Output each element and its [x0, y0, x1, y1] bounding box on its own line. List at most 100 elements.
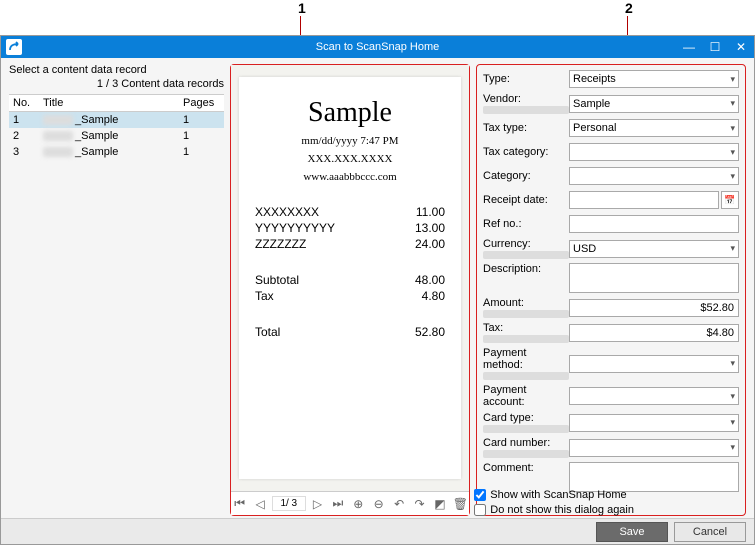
prev-page-button[interactable]: ◁	[251, 495, 268, 513]
callout-1: 1	[298, 0, 306, 16]
receipt-line: ZZZZZZZ24.00	[255, 237, 445, 251]
label-amount: Amount:	[483, 297, 569, 309]
ocr-badge	[483, 450, 569, 458]
category-select[interactable]: ▾	[569, 167, 739, 185]
minimize-button[interactable]: —	[676, 36, 702, 58]
next-page-button[interactable]: ▷	[309, 495, 326, 513]
receipt-total: Total52.80	[255, 325, 445, 339]
receipt-datetime: mm/dd/yyyy 7:47 PM	[255, 135, 445, 147]
currency-select[interactable]: USD▾	[569, 240, 739, 258]
last-page-button[interactable]: ⏭	[329, 495, 346, 513]
callout-2: 2	[625, 0, 633, 16]
maximize-button[interactable]: ☐	[702, 36, 728, 58]
save-button[interactable]: Save	[596, 522, 668, 542]
rotate-left-icon[interactable]: ↶	[390, 495, 407, 513]
vendor-select[interactable]: Sample▾	[569, 95, 739, 113]
dialog-options: Show with ScanSnap Home Do not show this…	[474, 486, 634, 516]
receipt-title: Sample	[255, 97, 445, 129]
preview-panel: Sample mm/dd/yyyy 7:47 PM XXX.XXX.XXXX w…	[230, 64, 470, 516]
receipt-phone: XXX.XXX.XXXX	[255, 153, 445, 165]
zoom-in-icon[interactable]: ⊕	[350, 495, 367, 513]
calendar-icon[interactable]: 📅	[721, 191, 739, 209]
label-vendor: Vendor:	[483, 93, 569, 105]
ocr-badge	[483, 335, 569, 343]
cell-title: _Sample	[39, 113, 179, 127]
refno-input[interactable]	[569, 215, 739, 233]
dont-show-checkbox[interactable]	[474, 504, 486, 516]
record-list-header: Select a content data record	[9, 64, 224, 76]
cell-pages: 1	[179, 113, 224, 127]
ocr-badge	[483, 106, 569, 114]
chevron-down-icon: ▾	[730, 243, 735, 254]
amount-input[interactable]	[569, 299, 739, 317]
show-with-home-checkbox[interactable]	[474, 489, 486, 501]
label-receiptdate: Receipt date:	[483, 194, 569, 206]
description-textarea[interactable]	[569, 263, 739, 293]
rotate-right-icon[interactable]: ↷	[411, 495, 428, 513]
tax-input[interactable]	[569, 324, 739, 342]
chevron-down-icon: ▾	[730, 98, 735, 109]
label-refno: Ref no.:	[483, 218, 569, 230]
label-type: Type:	[483, 73, 569, 85]
receipt-image: Sample mm/dd/yyyy 7:47 PM XXX.XXX.XXXX w…	[239, 77, 461, 479]
label-currency: Currency:	[483, 238, 569, 250]
label-paymethod: Payment method:	[483, 347, 569, 371]
chevron-down-icon: ▾	[730, 171, 735, 182]
payaccount-select[interactable]: ▾	[569, 387, 739, 405]
chevron-down-icon: ▾	[730, 74, 735, 85]
col-title[interactable]: Title	[39, 95, 179, 111]
taxtype-select[interactable]: Personal▾	[569, 119, 739, 137]
col-pages[interactable]: Pages	[179, 95, 224, 111]
zoom-out-icon[interactable]: ⊖	[370, 495, 387, 513]
label-taxcat: Tax category:	[483, 146, 569, 158]
paymethod-select[interactable]: ▾	[569, 355, 739, 373]
label-cardtype: Card type:	[483, 412, 569, 424]
label-payaccount: Payment account:	[483, 384, 569, 408]
receipt-tax: Tax4.80	[255, 289, 445, 303]
cell-no: 3	[9, 145, 39, 159]
ocr-badge	[483, 425, 569, 433]
chevron-down-icon: ▾	[730, 147, 735, 158]
app-window: Scan to ScanSnap Home — ☐ ✕ Select a con…	[0, 35, 755, 545]
cell-title: _Sample	[39, 129, 179, 143]
table-row[interactable]: 3 _Sample 1	[9, 144, 224, 160]
label-category: Category:	[483, 170, 569, 182]
record-table: No. Title Pages 1 _Sample 1 2 _Sample 1 …	[9, 94, 224, 160]
table-row[interactable]: 2 _Sample 1	[9, 128, 224, 144]
chevron-down-icon: ▾	[730, 442, 735, 453]
chevron-down-icon: ▾	[730, 123, 735, 134]
label-comment: Comment:	[483, 462, 569, 474]
receipt-subtotal: Subtotal48.00	[255, 273, 445, 287]
cardtype-select[interactable]: ▾	[569, 414, 739, 432]
crop-icon[interactable]: ◩	[431, 495, 448, 513]
receiptdate-input[interactable]	[569, 191, 719, 209]
cardnumber-select[interactable]: ▾	[569, 439, 739, 457]
titlebar: Scan to ScanSnap Home — ☐ ✕	[1, 36, 754, 58]
cell-pages: 1	[179, 129, 224, 143]
cancel-button[interactable]: Cancel	[674, 522, 746, 542]
record-count: 1 / 3 Content data records	[9, 78, 224, 90]
label-description: Description:	[483, 263, 569, 275]
preview-viewport[interactable]: Sample mm/dd/yyyy 7:47 PM XXX.XXX.XXXX w…	[231, 65, 469, 491]
dont-show-label: Do not show this dialog again	[490, 504, 634, 516]
close-button[interactable]: ✕	[728, 36, 754, 58]
col-no[interactable]: No.	[9, 95, 39, 111]
label-tax: Tax:	[483, 322, 569, 334]
cell-pages: 1	[179, 145, 224, 159]
table-row[interactable]: 1 _Sample 1	[9, 112, 224, 128]
delete-icon[interactable]: 🗑	[452, 495, 469, 513]
preview-toolbar: ⏮ ◁ 1/ 3 ▷ ⏭ ⊕ ⊖ ↶ ↷ ◩ 🗑	[231, 491, 469, 515]
cell-title: _Sample	[39, 145, 179, 159]
cell-no: 1	[9, 113, 39, 127]
label-taxtype: Tax type:	[483, 122, 569, 134]
receipt-line: YYYYYYYYYY13.00	[255, 221, 445, 235]
record-list-panel: Select a content data record 1 / 3 Conte…	[9, 64, 224, 516]
taxcat-select[interactable]: ▾	[569, 143, 739, 161]
chevron-down-icon: ▾	[730, 417, 735, 428]
first-page-button[interactable]: ⏮	[231, 495, 248, 513]
window-title: Scan to ScanSnap Home	[1, 41, 754, 53]
type-select[interactable]: Receipts▾	[569, 70, 739, 88]
label-cardnumber: Card number:	[483, 437, 569, 449]
receipt-website: www.aaabbbccc.com	[255, 171, 445, 183]
ocr-badge	[483, 251, 569, 259]
